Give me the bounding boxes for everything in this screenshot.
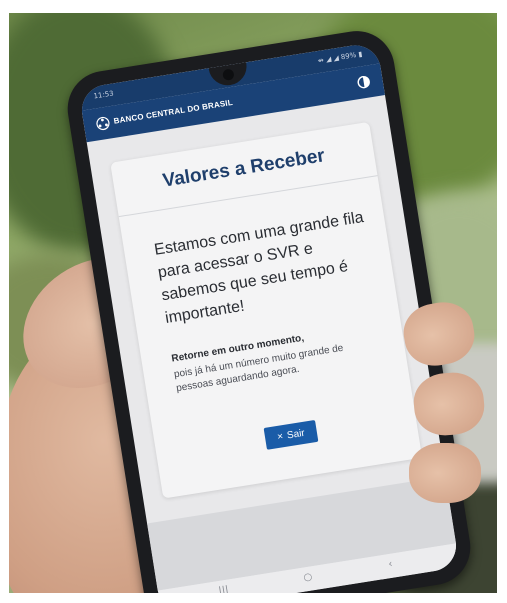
back-icon[interactable]: ‹ xyxy=(388,559,394,571)
hand-finger xyxy=(409,443,481,503)
phone-screen: 11:53 ↮ ◢ ◢ 89% ▮ BANCO CENTRAL DO BRASI… xyxy=(78,41,460,593)
queue-card: Valores a Receber Estamos com uma grande… xyxy=(110,121,423,499)
bank-name: BANCO CENTRAL DO BRASIL xyxy=(113,97,234,126)
close-icon: × xyxy=(276,430,284,443)
status-time: 11:53 xyxy=(93,89,115,101)
photo-background: 11:53 ↮ ◢ ◢ 89% ▮ BANCO CENTRAL DO BRASI… xyxy=(9,13,497,593)
card-title: Valores a Receber xyxy=(161,145,327,192)
front-camera xyxy=(222,68,235,82)
bcb-logo-icon xyxy=(96,116,110,131)
exit-button-label: Sair xyxy=(286,427,306,441)
home-icon[interactable]: ○ xyxy=(303,571,314,584)
recents-icon[interactable]: ||| xyxy=(218,585,230,593)
queue-message: Estamos com uma grande fila para acessar… xyxy=(153,208,365,328)
status-indicators: ↮ ◢ ◢ 89% ▮ xyxy=(317,50,363,66)
contrast-icon[interactable] xyxy=(356,74,372,90)
card-header: Valores a Receber xyxy=(110,121,378,218)
exit-button[interactable]: × Sair xyxy=(263,419,319,450)
